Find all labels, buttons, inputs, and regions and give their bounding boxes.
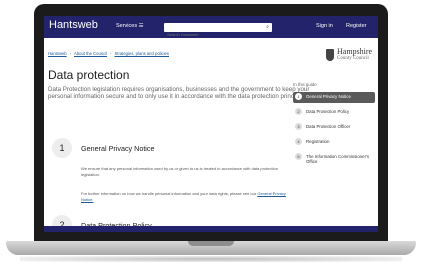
guide-item-label: Data Protection Officer [306,124,351,129]
register-link[interactable]: Register [346,23,366,29]
logo-name: Hampshire [337,47,373,56]
step-paragraph: We ensure that any personal information … [81,166,278,177]
sign-in-link[interactable]: Sign in [316,23,333,29]
services-menu-button[interactable]: Services ☰ [116,23,144,29]
guide-item-registration[interactable]: 4 Registration [293,137,375,148]
search-icon[interactable]: ⌕ [266,24,269,30]
page-title: Data protection [48,68,130,82]
breadcrumb-separator: › [69,51,72,56]
step-number: 1 [52,138,72,158]
guide-nav: In this guide 1 General Privacy Notice 2… [293,82,375,170]
guide-item-number: 4 [295,138,302,145]
guide-item-data-protection-officer[interactable]: 3 Data Protection Officer [293,122,375,133]
guide-item-label: Data Protection Policy [306,109,350,114]
crest-icon [326,49,334,61]
breadcrumb-item[interactable]: Hantsweb [48,51,67,56]
search-box: ⌕ [164,23,272,39]
guide-item-label: The Information Commissioner's Office [306,154,370,164]
breadcrumb-item[interactable]: Strategies, plans and policies [115,51,169,56]
logo-sub: County Council [337,56,369,61]
guide-item-label: Registration [306,139,330,144]
laptop-shadow [20,256,402,262]
guide-item-label: General Privacy Notice [306,94,351,99]
step-title: General Privacy Notice [81,144,155,153]
intro-text: Data Protection legislation requires org… [48,86,310,101]
search-input[interactable] [164,30,257,39]
guide-item-number: 5 [295,153,302,160]
council-logo[interactable]: Hampshire County Council [326,46,376,66]
guide-item-general-privacy-notice[interactable]: 1 General Privacy Notice [293,92,375,103]
laptop-screen: Hantsweb Services ☰ ⌕ Sign in Register H… [44,16,378,232]
guide-item-number: 1 [295,93,302,100]
step-paragraph: For further information on how we handle… [81,191,293,203]
laptop-notch [188,241,234,246]
guide-item-number: 3 [295,123,302,130]
breadcrumb-item[interactable]: About the Council [74,51,107,56]
guide-item-data-protection-policy[interactable]: 2 Data Protection Policy [293,107,375,118]
breadcrumb: Hantsweb › About the Council › Strategies, p… [48,51,169,56]
guide-item-ico[interactable]: 5 The Information Commissioner's Office [293,152,375,166]
breadcrumb-separator: › [110,51,112,56]
site-brand[interactable]: Hantsweb [49,19,98,31]
guide-heading: In this guide [293,82,317,87]
footer-strip [44,226,378,232]
step-paragraph-text: For further information on how we handle… [81,191,257,196]
site-header: Hantsweb Services ☰ ⌕ Sign in Register [44,16,378,39]
guide-item-number: 2 [295,108,302,115]
